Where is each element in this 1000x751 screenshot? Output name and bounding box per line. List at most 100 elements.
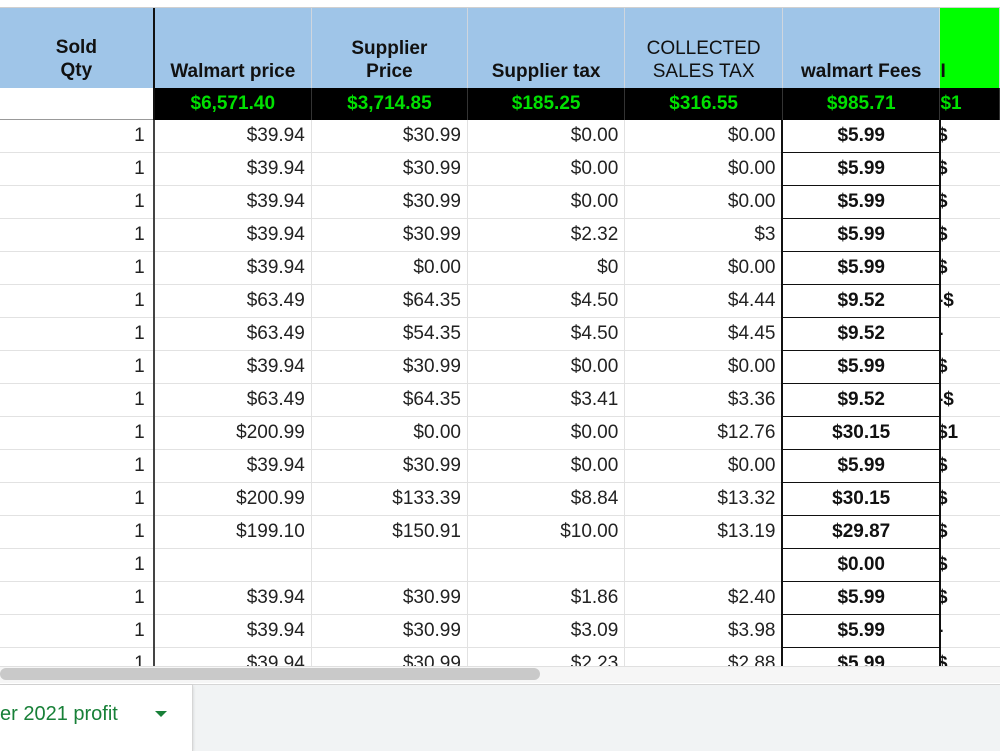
cell-walmart-price[interactable]: $39.94 (153, 185, 312, 219)
cell-sold-qty[interactable]: 1 (0, 416, 155, 450)
cell-walmart-price[interactable]: $39.94 (153, 119, 312, 153)
cell-partial[interactable]: $ (939, 251, 1000, 285)
cell-supplier-tax[interactable]: $0 (467, 251, 626, 285)
cell-supplier-price[interactable]: $30.99 (311, 119, 468, 153)
cell-supplier-tax[interactable]: $0.00 (467, 350, 626, 384)
cell-partial[interactable]: $ (939, 350, 1000, 384)
cell-walmart-price[interactable]: $200.99 (153, 482, 312, 516)
cell-supplier-price[interactable]: $0.00 (311, 251, 468, 285)
dropdown-triangle-icon[interactable] (155, 711, 167, 717)
cell-sold-qty[interactable]: 1 (0, 515, 155, 549)
cell-walmart-price[interactable]: $63.49 (153, 383, 312, 417)
cell-walmart-price[interactable]: $39.94 (153, 218, 312, 252)
cell-sold-qty[interactable]: 1 (0, 581, 155, 615)
cell-walmart-fees[interactable]: $5.99 (781, 218, 941, 252)
cell-supplier-tax[interactable]: $10.00 (467, 515, 626, 549)
cell-sold-qty[interactable]: 1 (0, 482, 155, 516)
cell-partial[interactable]: -$ (939, 284, 1000, 318)
cell-partial[interactable]: - (939, 614, 1000, 648)
cell-supplier-price[interactable]: $133.39 (311, 482, 468, 516)
cell-walmart-fees[interactable]: $9.52 (781, 317, 941, 351)
cell-walmart-fees[interactable]: $5.99 (781, 350, 941, 384)
cell-walmart-fees[interactable]: $30.15 (781, 416, 941, 450)
cell-walmart-fees[interactable]: $9.52 (781, 383, 941, 417)
cell-supplier-price[interactable]: $64.35 (311, 383, 468, 417)
cell-walmart-fees[interactable]: $9.52 (781, 284, 941, 318)
total-walmart-fees[interactable]: $985.71 (782, 88, 941, 120)
cell-walmart-price[interactable]: $199.10 (153, 515, 312, 549)
cell-partial[interactable]: $1 (939, 416, 1000, 450)
header-supplier-tax[interactable]: Supplier tax (467, 8, 626, 88)
cell-walmart-fees[interactable]: $5.99 (781, 119, 941, 153)
cell-supplier-tax[interactable]: $0.00 (467, 416, 626, 450)
cell-sold-qty[interactable]: 1 (0, 152, 155, 186)
cell-supplier-price[interactable]: $30.99 (311, 614, 468, 648)
header-sold-qty[interactable]: Sold Qty (0, 8, 155, 88)
cell-supplier-price[interactable]: $54.35 (311, 317, 468, 351)
cell-partial[interactable]: - (939, 317, 1000, 351)
cell-collected-sales-tax[interactable]: $0.00 (624, 251, 783, 285)
sheet-tab-active[interactable]: er 2021 profit (0, 685, 193, 751)
cell-sold-qty[interactable]: 1 (0, 284, 155, 318)
cell-sold-qty[interactable]: 1 (0, 317, 155, 351)
cell-walmart-price[interactable]: $39.94 (153, 350, 312, 384)
cell-walmart-price[interactable]: $39.94 (153, 614, 312, 648)
cell-sold-qty[interactable]: 1 (0, 251, 155, 285)
header-walmart-fees[interactable]: walmart Fees (782, 8, 941, 88)
cell-supplier-tax[interactable]: $1.86 (467, 581, 626, 615)
cell-supplier-tax[interactable]: $0.00 (467, 185, 626, 219)
cell-collected-sales-tax[interactable]: $4.44 (624, 284, 783, 318)
header-partial[interactable]: I (939, 8, 1000, 88)
cell-walmart-fees[interactable]: $5.99 (781, 251, 941, 285)
cell-collected-sales-tax[interactable]: $3.36 (624, 383, 783, 417)
cell-collected-sales-tax[interactable]: $0.00 (624, 152, 783, 186)
cell-collected-sales-tax[interactable] (624, 548, 783, 582)
cell-partial[interactable]: $ (939, 218, 1000, 252)
cell-partial[interactable]: $ (939, 152, 1000, 186)
total-sold-qty[interactable] (0, 88, 155, 120)
total-collected-sales-tax[interactable]: $316.55 (624, 88, 783, 120)
header-walmart-price[interactable]: Walmart price (153, 8, 312, 88)
cell-collected-sales-tax[interactable]: $0.00 (624, 350, 783, 384)
cell-walmart-price[interactable]: $39.94 (153, 449, 312, 483)
cell-supplier-tax[interactable]: $3.41 (467, 383, 626, 417)
cell-collected-sales-tax[interactable]: $12.76 (624, 416, 783, 450)
total-walmart-price[interactable]: $6,571.40 (153, 88, 312, 120)
cell-sold-qty[interactable]: 1 (0, 218, 155, 252)
cell-supplier-tax[interactable]: $0.00 (467, 119, 626, 153)
cell-supplier-tax[interactable]: $3.09 (467, 614, 626, 648)
cell-supplier-price[interactable] (311, 548, 468, 582)
cell-supplier-tax[interactable]: $4.50 (467, 284, 626, 318)
cell-supplier-tax[interactable]: $8.84 (467, 482, 626, 516)
cell-supplier-price[interactable]: $150.91 (311, 515, 468, 549)
total-supplier-tax[interactable]: $185.25 (467, 88, 626, 120)
cell-partial[interactable]: $ (939, 449, 1000, 483)
cell-supplier-price[interactable]: $30.99 (311, 449, 468, 483)
horizontal-scrollbar-thumb[interactable] (0, 668, 540, 680)
cell-supplier-price[interactable]: $30.99 (311, 350, 468, 384)
cell-collected-sales-tax[interactable]: $0.00 (624, 449, 783, 483)
cell-walmart-price[interactable]: $39.94 (153, 251, 312, 285)
cell-walmart-fees[interactable]: $5.99 (781, 152, 941, 186)
cell-walmart-price[interactable]: $39.94 (153, 581, 312, 615)
cell-sold-qty[interactable]: 1 (0, 449, 155, 483)
cell-supplier-tax[interactable]: $0.00 (467, 152, 626, 186)
cell-supplier-tax[interactable]: $2.32 (467, 218, 626, 252)
cell-sold-qty[interactable]: 1 (0, 383, 155, 417)
cell-collected-sales-tax[interactable]: $13.19 (624, 515, 783, 549)
cell-collected-sales-tax[interactable]: $0.00 (624, 185, 783, 219)
cell-partial[interactable]: $ (939, 515, 1000, 549)
cell-supplier-tax[interactable]: $0.00 (467, 449, 626, 483)
cell-collected-sales-tax[interactable]: $4.45 (624, 317, 783, 351)
cell-supplier-price[interactable]: $30.99 (311, 185, 468, 219)
cell-supplier-price[interactable]: $30.99 (311, 581, 468, 615)
cell-sold-qty[interactable]: 1 (0, 185, 155, 219)
cell-collected-sales-tax[interactable]: $3 (624, 218, 783, 252)
cell-partial[interactable]: $ (939, 548, 1000, 582)
cell-walmart-fees[interactable]: $5.99 (781, 581, 941, 615)
cell-sold-qty[interactable]: 1 (0, 548, 155, 582)
cell-partial[interactable]: $ (939, 185, 1000, 219)
cell-walmart-price[interactable]: $200.99 (153, 416, 312, 450)
header-collected-sales-tax[interactable]: COLLECTED SALES TAX (624, 8, 783, 88)
cell-supplier-tax[interactable]: $4.50 (467, 317, 626, 351)
